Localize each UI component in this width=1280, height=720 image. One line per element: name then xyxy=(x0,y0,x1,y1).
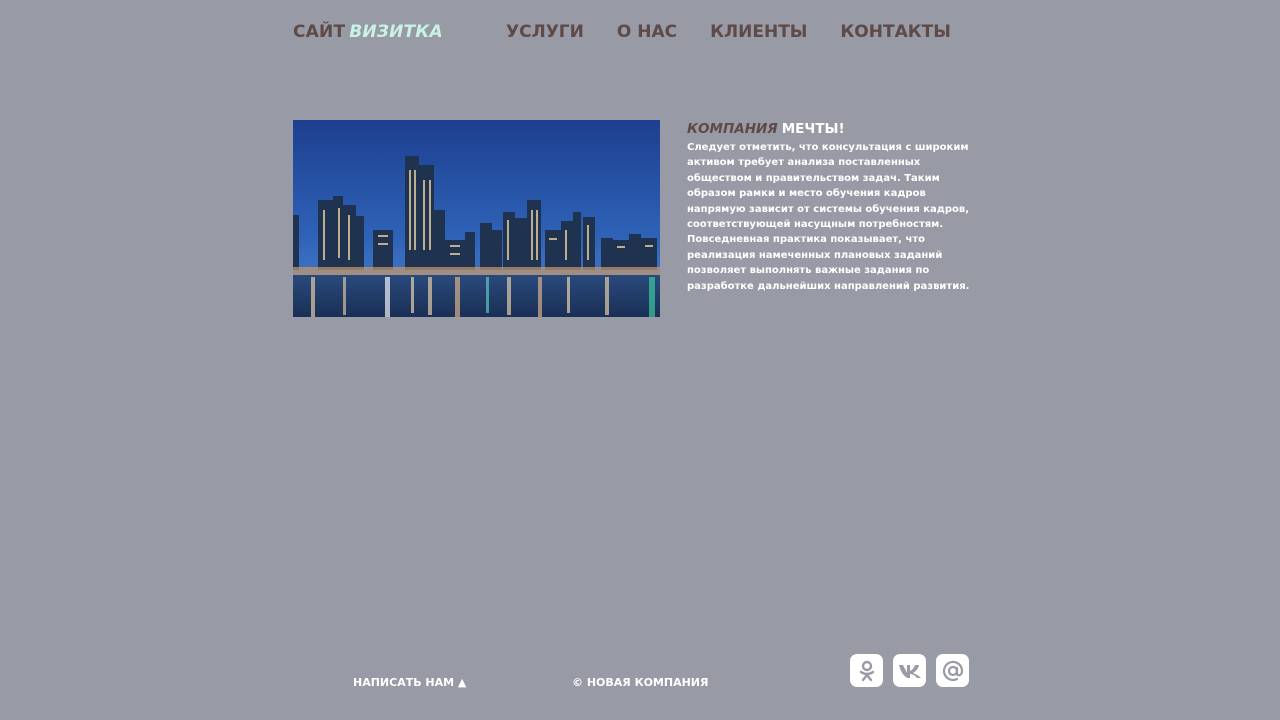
odnoklassniki-icon xyxy=(859,660,874,681)
nav-item-services[interactable]: УСЛУГИ xyxy=(506,22,584,42)
logo-text-accent: ВИЗИТКА xyxy=(349,22,443,42)
email-icon xyxy=(942,660,963,681)
article-body: Следует отметить, что консультация с шир… xyxy=(687,142,970,292)
nav-item-about[interactable]: О НАС xyxy=(617,22,677,42)
main-nav: УСЛУГИ О НАС КЛИЕНТЫ КОНТАКТЫ xyxy=(506,22,984,42)
company-article: КОМПАНИЯ МЕЧТЫ! Следует отметить, что кон… xyxy=(687,121,987,294)
write-us-link[interactable]: НАПИСАТЬ НАМ ▲ xyxy=(353,676,466,689)
social-links xyxy=(850,654,969,687)
odnoklassniki-button[interactable] xyxy=(850,654,883,687)
nav-item-clients[interactable]: КЛИЕНТЫ xyxy=(710,22,807,42)
nav-item-contacts[interactable]: КОНТАКТЫ xyxy=(840,22,950,42)
site-logo[interactable]: САЙТ ВИЗИТКА xyxy=(293,22,443,42)
logo-text-primary: САЙТ xyxy=(293,22,346,42)
city-skyline-image xyxy=(293,120,660,317)
vk-button[interactable] xyxy=(893,654,926,687)
vk-icon xyxy=(898,664,921,678)
article-heading-part2: МЕЧТЫ! xyxy=(781,121,845,137)
copyright-text: © НОВАЯ КОМПАНИЯ xyxy=(572,676,709,689)
email-button[interactable] xyxy=(936,654,969,687)
article-heading-part1: КОМПАНИЯ xyxy=(687,121,778,137)
article-heading: КОМПАНИЯ МЕЧТЫ! xyxy=(687,121,987,137)
page: САЙТ ВИЗИТКА УСЛУГИ О НАС КЛИЕНТЫ КОНТАКТ… xyxy=(0,0,1280,720)
